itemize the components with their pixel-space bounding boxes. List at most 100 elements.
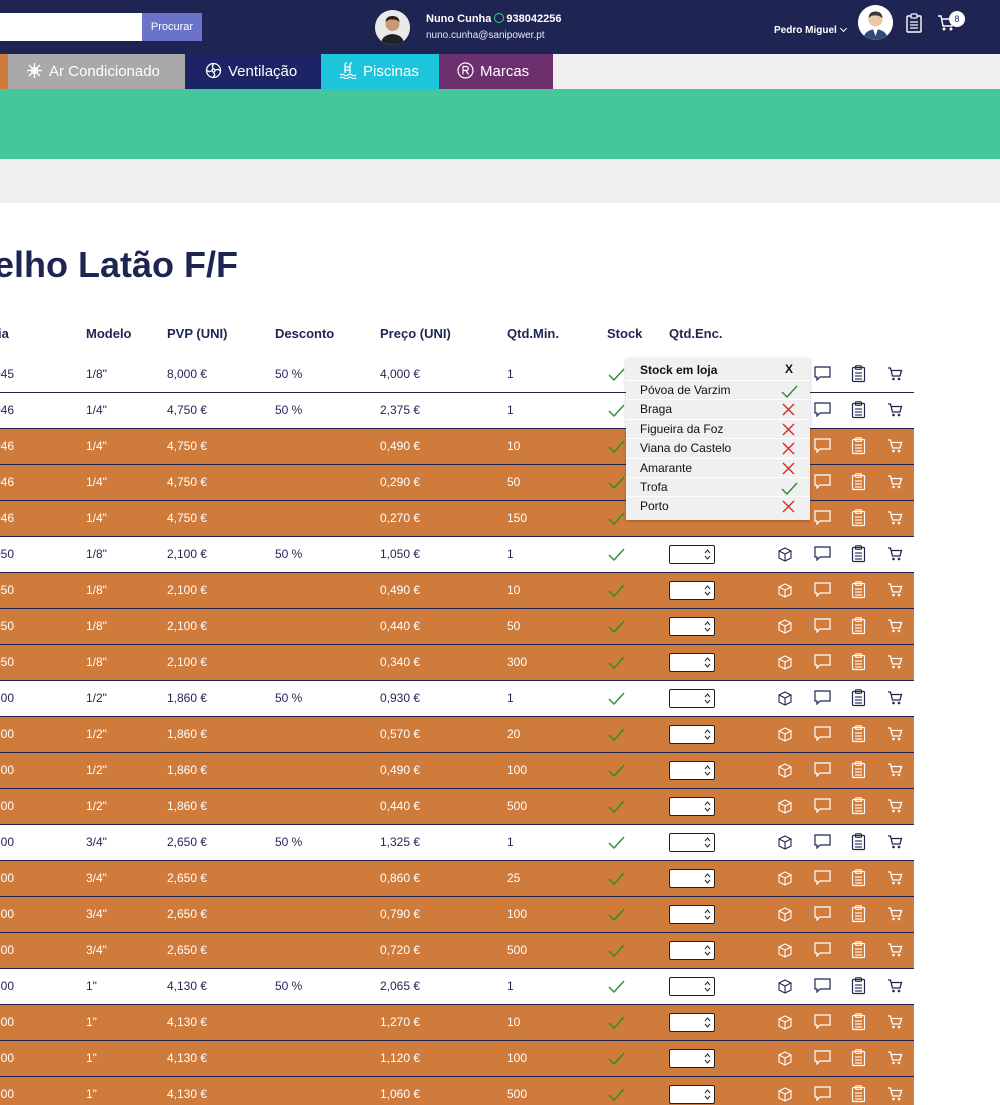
stock-check-icon[interactable] <box>607 402 626 422</box>
add-to-cart-icon[interactable] <box>887 618 903 636</box>
quantity-stepper[interactable] <box>669 545 715 564</box>
nav-item-ventilacao[interactable]: Ventilação <box>185 54 321 89</box>
agent-email[interactable]: nuno.cunha@sanipower.pt <box>426 30 545 41</box>
add-to-cart-icon[interactable] <box>887 798 903 816</box>
stepper-arrows-icon[interactable] <box>704 727 711 742</box>
nav-item-piscinas[interactable]: Piscinas <box>321 54 439 89</box>
stock-check-icon[interactable] <box>607 1050 626 1070</box>
comment-icon[interactable] <box>814 690 831 708</box>
clipboard-icon[interactable] <box>851 437 866 458</box>
clipboard-icon[interactable] <box>851 473 866 494</box>
stepper-arrows-icon[interactable] <box>704 691 711 706</box>
user-menu[interactable]: Pedro Miguel <box>774 24 847 36</box>
quantity-stepper[interactable] <box>669 653 715 672</box>
stock-popup-close-button[interactable]: X <box>785 362 793 376</box>
stepper-arrows-icon[interactable] <box>704 943 711 958</box>
box-icon[interactable] <box>778 943 792 961</box>
stock-check-icon[interactable] <box>607 978 626 998</box>
stock-check-icon[interactable] <box>607 1086 626 1105</box>
comment-icon[interactable] <box>814 762 831 780</box>
agent-phone[interactable]: 938042256 <box>506 13 561 25</box>
box-icon[interactable] <box>778 979 792 997</box>
add-to-cart-icon[interactable] <box>887 438 903 456</box>
clipboard-icon[interactable] <box>851 905 866 926</box>
stock-check-icon[interactable] <box>607 546 626 566</box>
stepper-arrows-icon[interactable] <box>704 979 711 994</box>
quantity-stepper[interactable] <box>669 617 715 636</box>
add-to-cart-icon[interactable] <box>887 1050 903 1068</box>
quantity-stepper[interactable] <box>669 1013 715 1032</box>
clipboard-icon[interactable] <box>851 509 866 530</box>
add-to-cart-icon[interactable] <box>887 1086 903 1104</box>
quantity-stepper[interactable] <box>669 833 715 852</box>
stepper-arrows-icon[interactable] <box>704 907 711 922</box>
box-icon[interactable] <box>778 727 792 745</box>
stock-check-icon[interactable] <box>607 870 626 890</box>
stepper-arrows-icon[interactable] <box>704 1051 711 1066</box>
user-avatar[interactable] <box>858 5 893 40</box>
box-icon[interactable] <box>778 871 792 889</box>
add-to-cart-icon[interactable] <box>887 834 903 852</box>
stock-check-icon[interactable] <box>607 726 626 746</box>
quantity-stepper[interactable] <box>669 725 715 744</box>
add-to-cart-icon[interactable] <box>887 870 903 888</box>
comment-icon[interactable] <box>814 402 831 420</box>
stepper-arrows-icon[interactable] <box>704 799 711 814</box>
clipboard-icon[interactable] <box>851 977 866 998</box>
box-icon[interactable] <box>778 547 792 565</box>
add-to-cart-icon[interactable] <box>887 402 903 420</box>
quantity-stepper[interactable] <box>669 1049 715 1068</box>
comment-icon[interactable] <box>814 726 831 744</box>
stock-check-icon[interactable] <box>607 1014 626 1034</box>
clipboard-icon[interactable] <box>851 761 866 782</box>
box-icon[interactable] <box>778 583 792 601</box>
clipboard-icon[interactable] <box>851 1049 866 1070</box>
add-to-cart-icon[interactable] <box>887 690 903 708</box>
nav-item-marcas[interactable]: Marcas <box>439 54 553 89</box>
box-icon[interactable] <box>778 799 792 817</box>
search-button[interactable]: Procurar <box>142 13 202 41</box>
quantity-stepper[interactable] <box>669 869 715 888</box>
box-icon[interactable] <box>778 691 792 709</box>
box-icon[interactable] <box>778 763 792 781</box>
comment-icon[interactable] <box>814 618 831 636</box>
stock-check-icon[interactable] <box>607 798 626 818</box>
comment-icon[interactable] <box>814 474 831 492</box>
stepper-arrows-icon[interactable] <box>704 547 711 562</box>
add-to-cart-icon[interactable] <box>887 546 903 564</box>
box-icon[interactable] <box>778 1087 792 1105</box>
comment-icon[interactable] <box>814 834 831 852</box>
search-input[interactable] <box>0 13 142 41</box>
stock-check-icon[interactable] <box>607 618 626 638</box>
clipboard-icon[interactable] <box>851 869 866 890</box>
comment-icon[interactable] <box>814 582 831 600</box>
stock-check-icon[interactable] <box>607 654 626 674</box>
stepper-arrows-icon[interactable] <box>704 655 711 670</box>
add-to-cart-icon[interactable] <box>887 726 903 744</box>
comment-icon[interactable] <box>814 654 831 672</box>
clipboard-icon[interactable] <box>851 617 866 638</box>
stepper-arrows-icon[interactable] <box>704 583 711 598</box>
comment-icon[interactable] <box>814 906 831 924</box>
comment-icon[interactable] <box>814 978 831 996</box>
clipboard-icon[interactable] <box>851 581 866 602</box>
comment-icon[interactable] <box>814 546 831 564</box>
stock-check-icon[interactable] <box>607 942 626 962</box>
add-to-cart-icon[interactable] <box>887 510 903 528</box>
box-icon[interactable] <box>778 1051 792 1069</box>
quantity-stepper[interactable] <box>669 689 715 708</box>
quantity-stepper[interactable] <box>669 977 715 996</box>
clipboard-icon[interactable] <box>851 689 866 710</box>
comment-icon[interactable] <box>814 1050 831 1068</box>
add-to-cart-icon[interactable] <box>887 942 903 960</box>
box-icon[interactable] <box>778 655 792 673</box>
clipboard-icon[interactable] <box>851 941 866 962</box>
clipboard-icon[interactable] <box>851 1013 866 1034</box>
clipboard-icon[interactable] <box>851 833 866 854</box>
add-to-cart-icon[interactable] <box>887 762 903 780</box>
nav-item-ar-condicionado[interactable]: Ar Condicionado <box>8 54 185 89</box>
stock-check-icon[interactable] <box>607 510 626 530</box>
stepper-arrows-icon[interactable] <box>704 1087 711 1102</box>
stock-check-icon[interactable] <box>607 762 626 782</box>
box-icon[interactable] <box>778 907 792 925</box>
